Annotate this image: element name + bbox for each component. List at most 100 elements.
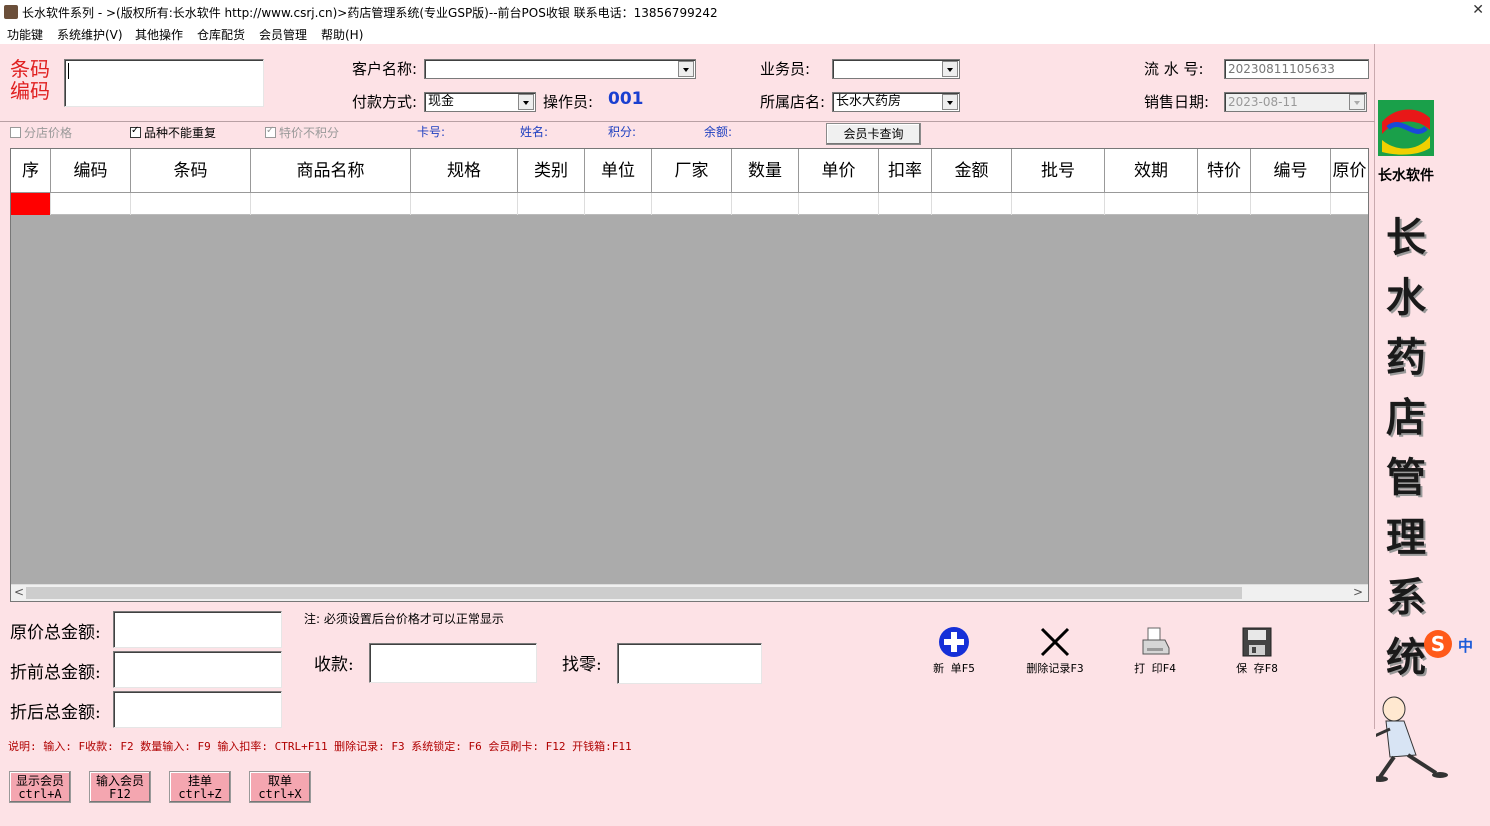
column-header[interactable]: 特价: [1198, 149, 1251, 193]
column-header[interactable]: 规格: [411, 149, 518, 193]
column-header[interactable]: 编号: [1251, 149, 1331, 193]
table-cell[interactable]: [51, 193, 131, 215]
ime-mode[interactable]: 中: [1458, 635, 1473, 656]
column-header[interactable]: 商品名称: [251, 149, 411, 193]
after-discount-total-field[interactable]: [113, 691, 282, 728]
customer-label: 客户名称:: [352, 60, 418, 78]
column-header[interactable]: 单价: [799, 149, 879, 193]
checkbox-box[interactable]: [265, 125, 276, 138]
sale-date-picker[interactable]: 2023-08-11: [1224, 92, 1367, 112]
chevron-down-icon[interactable]: [942, 94, 958, 110]
horizontal-scrollbar[interactable]: < >: [11, 584, 1368, 601]
before-discount-total-label: 折前总金额:: [10, 663, 101, 683]
change-field[interactable]: [617, 643, 762, 684]
column-header[interactable]: 扣率: [879, 149, 932, 193]
special-no-points-checkbox[interactable]: 特价不积分: [265, 124, 339, 141]
sale-date-value: 2023-08-11: [1228, 95, 1298, 109]
column-header[interactable]: 效期: [1105, 149, 1198, 193]
menu-member[interactable]: 会员管理: [259, 26, 307, 43]
printer-icon: [1139, 626, 1171, 658]
grid-header: 序 编码 条码 商品名称 规格 类别 单位 厂家 数量 单价 扣率 金额 批号 …: [11, 149, 1368, 193]
checkbox-box[interactable]: [10, 127, 21, 138]
chevron-down-icon[interactable]: [678, 61, 694, 77]
row-indicator[interactable]: [11, 193, 51, 215]
hold-order-button[interactable]: 挂单 ctrl+Z: [169, 771, 231, 803]
column-header[interactable]: 金额: [932, 149, 1012, 193]
table-cell[interactable]: [1105, 193, 1198, 215]
customer-select[interactable]: [424, 59, 696, 79]
original-total-label: 原价总金额:: [10, 623, 101, 643]
scroll-right-icon[interactable]: >: [1353, 585, 1363, 599]
menu-function-keys[interactable]: 功能键: [7, 26, 43, 43]
store-label: 所属店名:: [760, 93, 826, 111]
column-header[interactable]: 序: [11, 149, 51, 193]
ime-logo-icon[interactable]: S: [1424, 630, 1452, 658]
column-header[interactable]: 单位: [585, 149, 652, 193]
show-member-shortcut: ctrl+A: [18, 787, 62, 801]
payment-select[interactable]: 现金: [424, 92, 536, 112]
column-header[interactable]: 批号: [1012, 149, 1105, 193]
table-cell[interactable]: [799, 193, 879, 215]
close-icon[interactable]: ✕: [1472, 2, 1484, 18]
print-button[interactable]: 打 印F4: [1115, 626, 1195, 682]
scrollbar-thumb[interactable]: [26, 587, 1242, 599]
table-cell[interactable]: [652, 193, 732, 215]
store-select[interactable]: 长水大药房: [832, 92, 960, 112]
table-cell[interactable]: [932, 193, 1012, 215]
column-header[interactable]: 编码: [51, 149, 131, 193]
column-header[interactable]: 数量: [732, 149, 799, 193]
retrieve-order-button[interactable]: 取单 ctrl+X: [249, 771, 311, 803]
table-cell[interactable]: [1331, 193, 1368, 215]
received-label: 收款:: [314, 655, 354, 675]
barcode-input[interactable]: [64, 59, 264, 107]
table-cell[interactable]: [585, 193, 652, 215]
menu-other-operations[interactable]: 其他操作: [135, 26, 183, 43]
checkbox-box[interactable]: [130, 125, 141, 138]
sales-grid[interactable]: 序 编码 条码 商品名称 规格 类别 单位 厂家 数量 单价 扣率 金额 批号 …: [10, 148, 1369, 602]
store-price-label: 分店价格: [24, 126, 73, 140]
received-input[interactable]: [369, 643, 537, 683]
column-header[interactable]: 条码: [131, 149, 251, 193]
serial-field[interactable]: 20230811105633: [1224, 59, 1369, 79]
column-header[interactable]: 类别: [518, 149, 585, 193]
plus-circle-icon: [938, 626, 970, 658]
brand-char: 管: [1386, 454, 1426, 501]
table-cell[interactable]: [131, 193, 251, 215]
delete-record-button[interactable]: 删除记录F3: [1015, 626, 1095, 682]
new-order-button[interactable]: 新 单F5: [914, 626, 994, 682]
menu-system-maintenance[interactable]: 系统维护(V): [57, 26, 123, 43]
chevron-down-icon[interactable]: [518, 94, 534, 110]
table-cell[interactable]: [251, 193, 411, 215]
table-cell[interactable]: [879, 193, 932, 215]
input-member-button[interactable]: 输入会员 F12: [89, 771, 151, 803]
original-total-field[interactable]: [113, 611, 282, 648]
member-card-query-button[interactable]: 会员卡查询: [826, 123, 921, 145]
menu-warehouse[interactable]: 仓库配货: [197, 26, 245, 43]
brand-char: 系: [1386, 574, 1426, 621]
table-cell[interactable]: [1012, 193, 1105, 215]
show-member-button[interactable]: 显示会员 ctrl+A: [9, 771, 71, 803]
table-cell[interactable]: [518, 193, 585, 215]
menu-help[interactable]: 帮助(H): [321, 26, 363, 43]
retrieve-order-shortcut: ctrl+X: [258, 787, 302, 801]
salesman-select[interactable]: [832, 59, 960, 79]
chevron-down-icon[interactable]: [1349, 94, 1365, 110]
no-repeat-checkbox[interactable]: 品种不能重复: [130, 124, 216, 141]
column-header[interactable]: 厂家: [652, 149, 732, 193]
brand-char: 店: [1386, 394, 1426, 441]
before-discount-total-field[interactable]: [113, 651, 282, 688]
brand-char: 统: [1386, 634, 1426, 681]
chevron-down-icon[interactable]: [942, 61, 958, 77]
table-row[interactable]: [11, 193, 1368, 215]
brand-char: 药: [1386, 334, 1426, 381]
table-cell[interactable]: [1251, 193, 1331, 215]
scroll-left-icon[interactable]: <: [14, 585, 24, 599]
save-button[interactable]: 保 存F8: [1217, 626, 1297, 682]
table-cell[interactable]: [732, 193, 799, 215]
column-header[interactable]: 原价: [1331, 149, 1368, 193]
table-cell[interactable]: [411, 193, 518, 215]
company-logo: [1378, 100, 1434, 156]
change-label: 找零:: [562, 655, 602, 675]
store-price-checkbox[interactable]: 分店价格: [10, 124, 72, 141]
table-cell[interactable]: [1198, 193, 1251, 215]
